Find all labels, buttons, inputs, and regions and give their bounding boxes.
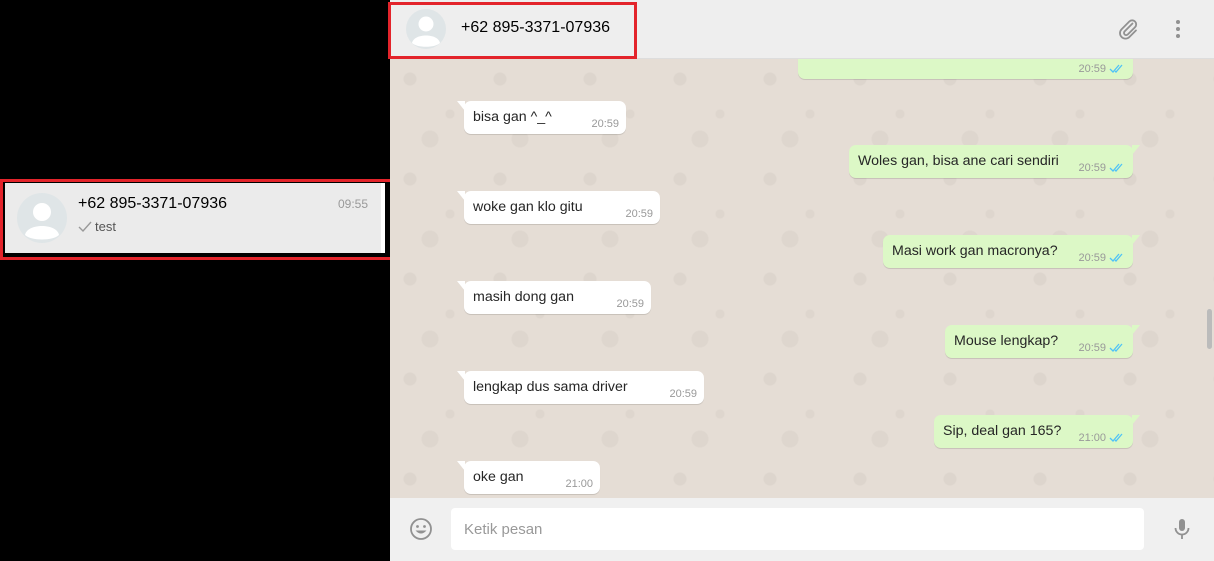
chat-list-item[interactable]: +62 895-3371-07936 09:55 test	[5, 183, 385, 253]
message-outgoing[interactable]: Masi work gan macronya? 20:59	[883, 235, 1140, 268]
message-incoming[interactable]: lengkap dus sama driver 20:59	[457, 371, 704, 404]
double-check-icon	[1109, 343, 1123, 352]
message-outgoing[interactable]: Sip, deal gan 165? 21:00	[934, 415, 1140, 448]
message-outgoing[interactable]: Mouse lengkap? 20:59	[945, 325, 1140, 358]
chat-name: +62 895-3371-07936	[78, 195, 228, 212]
default-avatar-icon	[17, 193, 67, 243]
paperclip-icon[interactable]	[1116, 17, 1140, 41]
microphone-icon[interactable]	[1170, 517, 1194, 541]
message-time: 20:59	[1078, 342, 1106, 354]
message-incoming[interactable]: woke gan klo gitu 20:59	[457, 191, 660, 224]
message-list[interactable]: 20:59 bisa gan ^_^ 20:59 Woles gan, bisa…	[390, 59, 1214, 498]
message-time: 20:59	[616, 298, 644, 310]
chat-preview: test	[78, 219, 116, 234]
message-text: woke gan klo gitu	[473, 199, 583, 215]
message-time: 20:59	[669, 388, 697, 400]
message-text: Woles gan, bisa ane cari sendiri	[858, 153, 1059, 169]
message-time: 20:59	[1078, 252, 1106, 264]
message-time: 20:59	[1078, 63, 1106, 75]
message-input[interactable]	[451, 508, 1144, 550]
emoji-icon[interactable]	[409, 517, 433, 541]
conversation-header: +62 895-3371-07936	[390, 0, 1214, 59]
message-text: masih dong gan	[473, 289, 574, 305]
conversation-pane: +62 895-3371-07936 20:59 bisa gan ^_^ 20…	[390, 0, 1214, 561]
default-avatar-icon[interactable]	[406, 9, 446, 49]
message-incoming[interactable]: bisa gan ^_^ 20:59	[457, 101, 626, 134]
double-check-icon	[1109, 433, 1123, 442]
contact-title[interactable]: +62 895-3371-07936	[461, 19, 610, 37]
chat-list-pane: +62 895-3371-07936 09:55 test	[0, 0, 390, 561]
message-outgoing[interactable]: Woles gan, bisa ane cari sendiri 20:59	[849, 145, 1140, 178]
compose-bar	[390, 498, 1214, 561]
message-time: 21:00	[1078, 432, 1106, 444]
chat-preview-text: test	[95, 219, 116, 234]
message-incoming[interactable]: oke gan 21:00	[457, 461, 600, 494]
double-check-icon	[1109, 253, 1123, 262]
message-time: 20:59	[1078, 162, 1106, 174]
message-text: Sip, deal gan 165?	[943, 423, 1062, 439]
message-text: Mouse lengkap?	[954, 333, 1059, 349]
message-time: 20:59	[625, 208, 653, 220]
message-text: Masi work gan macronya?	[892, 243, 1058, 259]
chat-time: 09:55	[337, 197, 368, 211]
menu-dots-icon[interactable]	[1166, 17, 1190, 41]
list-scrollbar	[381, 183, 385, 253]
double-check-icon	[1109, 64, 1123, 73]
message-incoming[interactable]: masih dong gan 20:59	[457, 281, 651, 314]
single-check-icon	[78, 221, 92, 232]
message-text: bisa gan ^_^	[473, 109, 552, 125]
message-text: lengkap dus sama driver	[473, 379, 628, 395]
message-time: 21:00	[565, 478, 593, 490]
message-outgoing[interactable]: 20:59	[798, 59, 1133, 79]
message-text: oke gan	[473, 469, 524, 485]
message-scrollbar[interactable]	[1207, 309, 1212, 349]
double-check-icon	[1109, 163, 1123, 172]
message-time: 20:59	[591, 118, 619, 130]
